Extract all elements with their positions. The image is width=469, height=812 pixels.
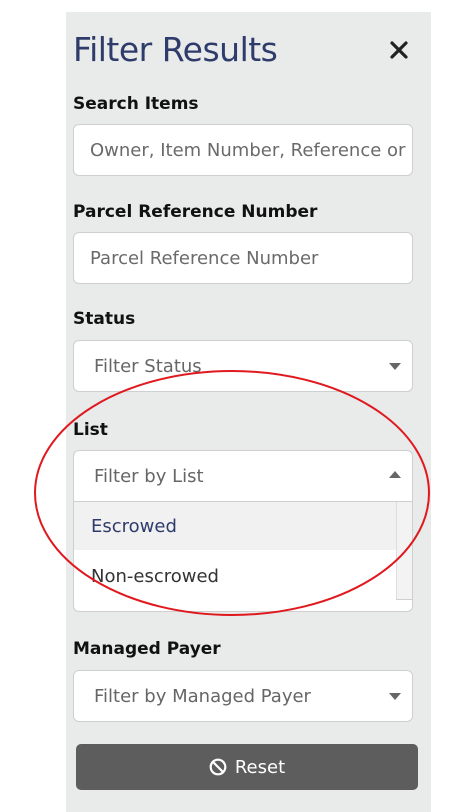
parcel-reference-label: Parcel Reference Number [73, 202, 318, 222]
panel-title: Filter Results [73, 30, 278, 69]
reset-label: Reset [234, 756, 286, 778]
list-select-edge [73, 598, 413, 612]
parcel-reference-input[interactable] [88, 246, 412, 270]
search-items-field [73, 124, 413, 176]
status-label: Status [73, 309, 136, 329]
managed-payer-label: Managed Payer [73, 639, 221, 659]
search-items-input[interactable] [88, 138, 412, 162]
close-icon [390, 41, 408, 59]
close-button[interactable] [386, 37, 412, 63]
chevron-down-icon [389, 363, 401, 370]
managed-payer-select[interactable]: Filter by Managed Payer [73, 670, 413, 722]
dropdown-scrollbar[interactable] [396, 502, 412, 599]
list-option-non-escrowed[interactable]: Non-escrowed [74, 552, 396, 600]
status-select[interactable]: Filter Status [73, 340, 413, 392]
parcel-reference-field [73, 232, 413, 284]
list-select[interactable]: Filter by List [73, 450, 413, 502]
reset-button[interactable]: Reset [76, 744, 418, 790]
list-option-escrowed[interactable]: Escrowed [74, 502, 396, 550]
chevron-down-icon [389, 693, 401, 700]
managed-payer-select-value: Filter by Managed Payer [94, 685, 311, 707]
list-label: List [73, 420, 108, 440]
ban-icon [209, 758, 227, 776]
chevron-up-icon [389, 471, 401, 478]
list-dropdown: Escrowed Non-escrowed [73, 502, 413, 600]
list-select-value: Filter by List [94, 465, 204, 487]
search-items-label: Search Items [73, 94, 199, 114]
status-select-value: Filter Status [94, 355, 202, 377]
